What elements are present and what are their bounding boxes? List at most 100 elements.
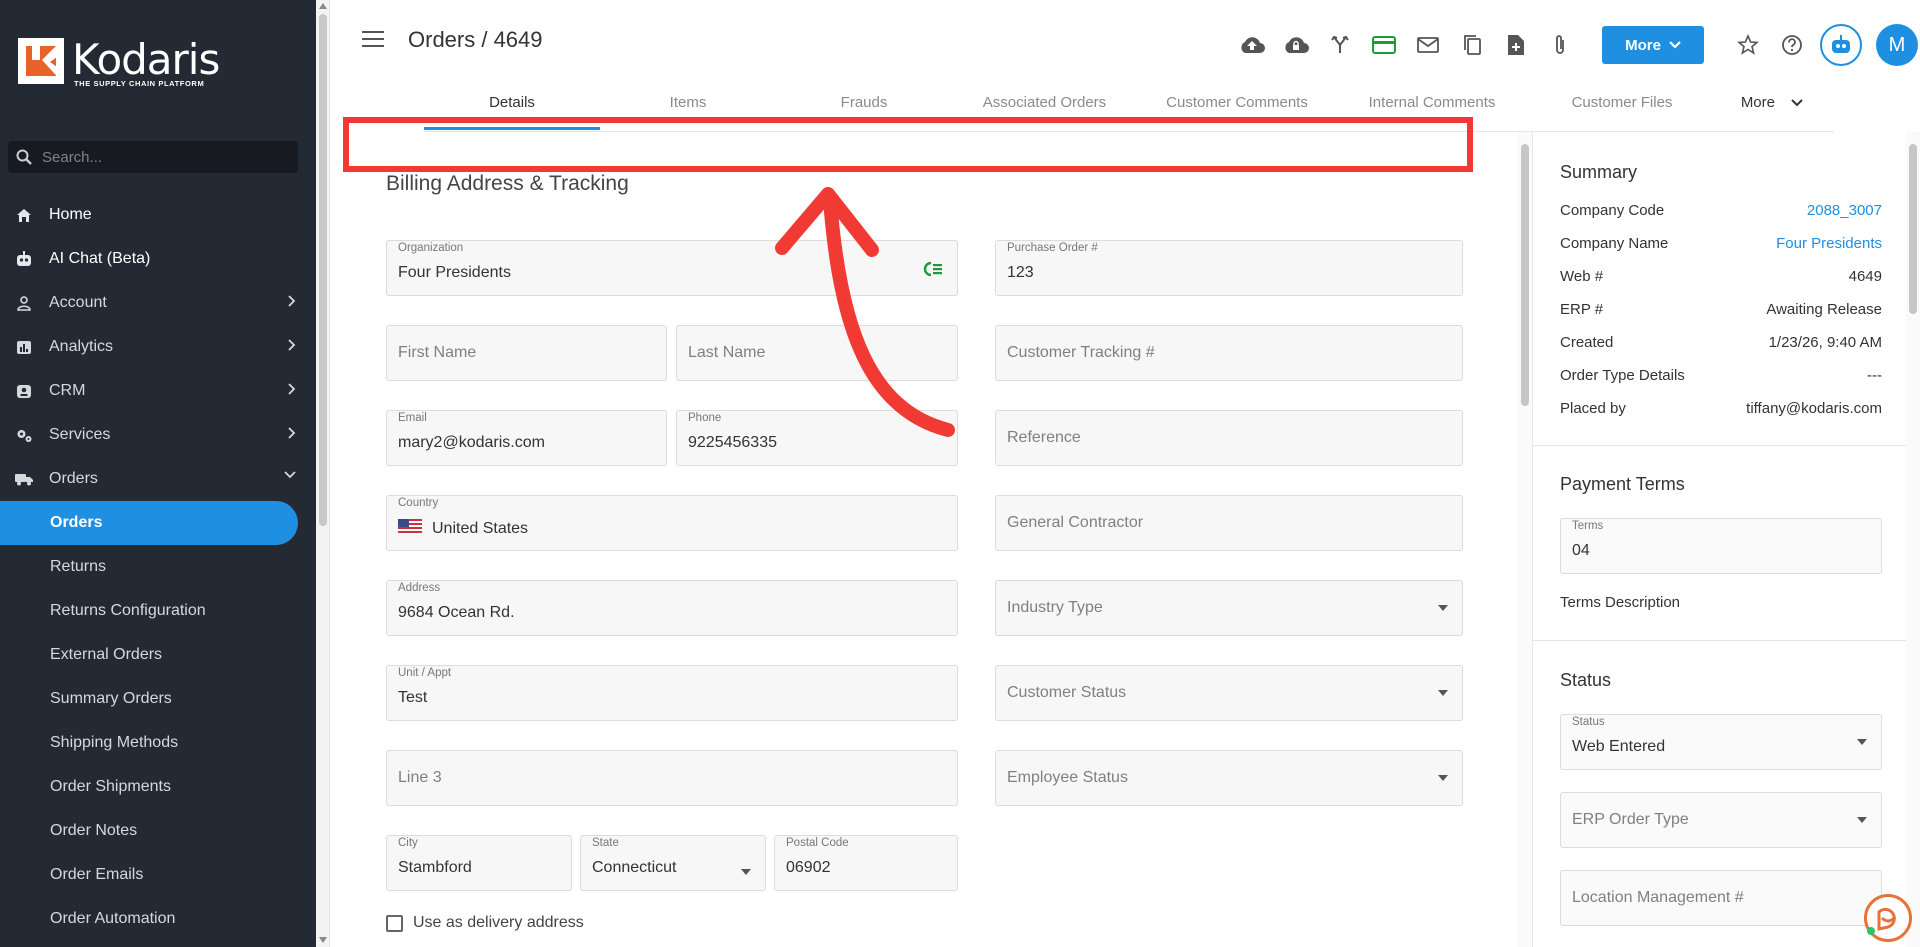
purchase-order-field[interactable]: Purchase Order # 123 [995,240,1463,296]
last-name-field[interactable]: Last Name [676,325,958,381]
scroll-down-arrow-icon[interactable] [319,937,327,943]
tab-more[interactable]: More [1717,94,1827,111]
sidebar-subitem-order-notes[interactable]: Order Notes [0,809,316,853]
panel-divider [1533,640,1907,641]
organization-field[interactable]: Organization Four Presidents [386,240,958,296]
main-scrollbar[interactable] [1518,132,1532,947]
sidebar-item-orders[interactable]: Orders [0,457,316,501]
attachment-icon[interactable] [1538,29,1582,61]
company-code-link[interactable]: 2088_3007 [1807,202,1882,219]
user-avatar[interactable]: M [1876,24,1918,66]
erp-order-type-select[interactable]: ERP Order Type [1560,792,1882,848]
header: Orders / 4649 More M [330,0,1920,80]
ai-assistant-button[interactable] [1820,24,1862,66]
summary-row: Company Name Four Presidents [1560,235,1882,252]
sidebar-subitem-returns[interactable]: Returns [0,545,316,589]
email-icon[interactable] [1406,29,1450,61]
summary-row: Web # 4649 [1560,268,1882,285]
more-actions-button[interactable]: More [1602,26,1704,64]
status-select[interactable]: Status Web Entered [1560,714,1882,770]
address-field[interactable]: Address 9684 Ocean Rd. [386,580,958,636]
sidebar-subitem-order-shipments[interactable]: Order Shipments [0,765,316,809]
sidebar-item-label: CRM [49,382,86,399]
checkbox-box[interactable] [386,914,403,932]
kodaris-logo[interactable]: Kodaris THE SUPPLY CHAIN PLATFORM [18,38,220,88]
sidebar-subitem-summary-orders[interactable]: Summary Orders [0,677,316,721]
company-name-link[interactable]: Four Presidents [1776,235,1882,252]
tab-customer-comments[interactable]: Customer Comments [1137,94,1337,111]
phone-field[interactable]: Phone 9225456335 [676,410,958,466]
location-management-field[interactable]: Location Management # [1560,870,1882,926]
sidebar-item-account[interactable]: Account [0,281,316,325]
email-field[interactable]: Email mary2@kodaris.com [386,410,667,466]
reference-field[interactable]: Reference [995,410,1463,466]
sidebar-subitem-external-orders[interactable]: External Orders [0,633,316,677]
sidebar-item-services[interactable]: Services [0,413,316,457]
line3-field[interactable]: Line 3 [386,750,958,806]
field-value: Stambford [398,859,472,876]
sidebar-subitem-order-emails[interactable]: Order Emails [0,853,316,897]
country-field[interactable]: Country United States [386,495,958,551]
sidebar-item-analytics[interactable]: Analytics [0,325,316,369]
chevron-down-icon [1791,99,1803,107]
cloud-lock-icon[interactable] [1274,29,1318,61]
scroll-up-arrow-icon[interactable] [319,3,327,9]
sidebar-item-home[interactable]: Home [0,193,316,237]
merge-icon[interactable] [1318,29,1362,61]
support-chat-button[interactable] [1864,894,1912,942]
field-label: Country [398,497,439,509]
tab-associated-orders[interactable]: Associated Orders [952,94,1137,111]
field-label: Address [398,582,441,594]
postal-code-field[interactable]: Postal Code 06902 [774,835,958,891]
city-field[interactable]: City Stambford [386,835,572,891]
field-label: Terms [1572,520,1604,532]
main-scrollbar-thumb[interactable] [1521,144,1529,406]
summary-title: Summary [1560,162,1638,182]
customer-status-select[interactable]: Customer Status [995,665,1463,721]
star-icon[interactable] [1726,29,1770,61]
tab-items[interactable]: Items [600,94,776,111]
sidebar-item-label: Home [49,206,92,223]
credit-card-icon[interactable] [1362,29,1406,61]
cloud-upload-icon[interactable] [1230,29,1274,61]
summary-value: 1/23/26, 9:40 AM [1768,334,1882,351]
field-label: Purchase Order # [1007,242,1098,254]
sidebar-scrollbar-thumb[interactable] [319,14,327,526]
general-contractor-field[interactable]: General Contractor [995,495,1463,551]
tab-label: Items [669,94,707,111]
sidebar-scrollbar[interactable] [316,0,330,947]
panel-scrollbar[interactable] [1906,132,1920,947]
employee-status-select[interactable]: Employee Status [995,750,1463,806]
sidebar-subitem-order-automation[interactable]: Order Automation [0,897,316,941]
sidebar-subitem-shipping-methods[interactable]: Shipping Methods [0,721,316,765]
order-details-form: Billing Address & Tracking Organization … [330,132,1518,947]
sidebar-search-input[interactable] [42,148,282,166]
company-link-icon[interactable] [923,261,943,277]
summary-label: Placed by [1560,400,1626,417]
tab-customer-files[interactable]: Customer Files [1527,94,1717,111]
hamburger-menu-icon[interactable] [362,31,384,52]
sidebar-subitem-label: Returns [50,558,107,575]
state-select[interactable]: State Connecticut [580,835,766,891]
panel-scrollbar-thumb[interactable] [1909,144,1917,314]
unit-field[interactable]: Unit / Appt Test [386,665,958,721]
chevron-down-icon [1669,41,1681,49]
use-as-delivery-checkbox[interactable]: Use as delivery address [386,914,584,932]
sidebar-item-crm[interactable]: CRM [0,369,316,413]
terms-field[interactable]: Terms 04 [1560,518,1882,574]
field-placeholder: Line 3 [398,769,442,786]
help-icon[interactable] [1770,29,1814,61]
tab-details[interactable]: Details [424,94,600,111]
sidebar-subitem-orders[interactable]: Orders [0,501,298,545]
first-name-field[interactable]: First Name [386,325,667,381]
tab-internal-comments[interactable]: Internal Comments [1337,94,1527,111]
copy-icon[interactable] [1450,29,1494,61]
more-actions-label: More [1625,36,1661,54]
tab-frauds[interactable]: Frauds [776,94,952,111]
sidebar-subitem-label: Order Shipments [50,778,171,795]
sidebar-subitem-returns-configuration[interactable]: Returns Configuration [0,589,316,633]
industry-type-select[interactable]: Industry Type [995,580,1463,636]
add-file-icon[interactable] [1494,29,1538,61]
customer-tracking-field[interactable]: Customer Tracking # [995,325,1463,381]
sidebar-item-ai-chat[interactable]: AI Chat (Beta) [0,237,316,281]
